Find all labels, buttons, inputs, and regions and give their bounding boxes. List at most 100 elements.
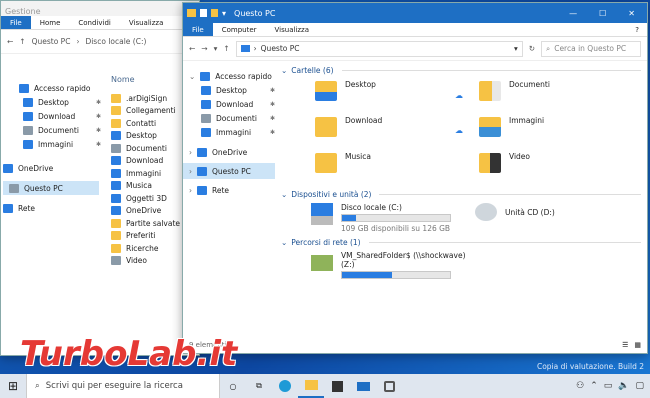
file-row[interactable]: Oggetti 3D	[111, 192, 191, 205]
forward-arrow-icon[interactable]: →	[201, 44, 207, 53]
file-row[interactable]: Ricerche	[111, 242, 191, 255]
cloud-icon	[111, 206, 121, 216]
help-icon[interactable]: ?	[627, 23, 647, 36]
task-view-icon[interactable]: ⧉	[246, 374, 272, 398]
nav-item-network[interactable]: › Rete	[183, 183, 275, 197]
file-row[interactable]: Musica	[111, 180, 191, 193]
back-tab-file[interactable]: File	[1, 16, 31, 29]
breadcrumb-this-pc[interactable]: Questo PC	[261, 44, 300, 53]
tab-computer[interactable]: Computer	[213, 23, 266, 36]
nav-item-download[interactable]: Download ✱	[183, 97, 275, 111]
file-row[interactable]: .arDigiSign	[111, 92, 191, 105]
nav-item[interactable]: Accesso rapido	[19, 81, 101, 95]
up-arrow-icon[interactable]: ↑	[19, 37, 25, 46]
up-arrow-icon[interactable]: ↑	[223, 44, 229, 53]
file-row[interactable]: Immagini	[111, 167, 191, 180]
folder-tile-video[interactable]: Video	[479, 152, 530, 173]
file-row[interactable]: Desktop	[111, 130, 191, 143]
volume-icon[interactable]: 🔈	[618, 381, 629, 391]
folder-tile-documents[interactable]: Documenti	[479, 80, 550, 101]
minimize-icon[interactable]: —	[569, 9, 577, 18]
qat-dropdown-icon[interactable]: ▾	[222, 9, 226, 18]
nav-item-this-pc[interactable]: › Questo PC	[183, 163, 275, 179]
address-bar[interactable]: › Questo PC ▾	[235, 40, 523, 57]
drive-c[interactable]: Disco locale (C:) 109 GB disponibili su …	[311, 203, 451, 233]
folders-section-header[interactable]: ⌄ Cartelle (6)	[281, 63, 641, 77]
back-tab-view[interactable]: Visualizza	[120, 16, 172, 29]
column-header-name[interactable]: Nome	[111, 75, 135, 84]
properties-icon[interactable]	[200, 9, 207, 17]
back-tab-home[interactable]: Home	[31, 16, 70, 29]
nav-item-quick-access[interactable]: ⌄ Accesso rapido	[183, 69, 275, 83]
cortana-icon[interactable]: ○	[220, 374, 246, 398]
back-explorer-window[interactable]: Gestione File Home Condividi Visualizza …	[0, 0, 200, 356]
search-input[interactable]: ⌕ Cerca in Questo PC	[541, 40, 641, 57]
pc-icon	[197, 166, 207, 176]
folder-tile-download[interactable]: Download	[315, 116, 382, 137]
edge-icon[interactable]	[272, 374, 298, 398]
back-arrow-icon[interactable]: ←	[7, 37, 13, 46]
store-icon[interactable]	[324, 374, 350, 398]
nav-item[interactable]: Rete	[3, 201, 101, 215]
file-row[interactable]: Preferiti	[111, 230, 191, 243]
front-title-bar[interactable]: ▾ Questo PC — ☐ ✕	[183, 3, 647, 23]
tab-file[interactable]: File	[183, 23, 213, 36]
file-row[interactable]: Partite salvate	[111, 217, 191, 230]
start-button[interactable]: ⊞	[0, 374, 26, 398]
folder-tile-pictures[interactable]: Immagini	[479, 116, 544, 137]
drives-section-header[interactable]: ⌄ Dispositivi e unità (2)	[281, 187, 641, 201]
people-icon[interactable]: ⚇	[576, 381, 584, 391]
new-folder-icon[interactable]	[211, 9, 218, 17]
network-section-header[interactable]: ⌄ Percorsi di rete (1)	[281, 235, 641, 249]
file-row[interactable]: Collegamenti	[111, 105, 191, 118]
front-nav-pane: ⌄ Accesso rapido Desktop ✱ Download ✱ Docum…	[183, 69, 275, 197]
tiles-view-icon[interactable]: ▦	[634, 341, 641, 349]
file-row[interactable]: OneDrive	[111, 205, 191, 218]
mail-icon[interactable]	[350, 374, 376, 398]
breadcrumb-1[interactable]: Questo PC	[32, 37, 71, 46]
windows-logo-icon: ⊞	[7, 379, 19, 393]
folder-tile-music[interactable]: Musica	[315, 152, 371, 173]
nav-item[interactable]: OneDrive	[3, 161, 101, 175]
front-explorer-window[interactable]: ▾ Questo PC — ☐ ✕ File Computer Visualiz…	[182, 2, 648, 354]
nav-item-documents[interactable]: Documenti ✱	[183, 111, 275, 125]
file-row[interactable]: Download	[111, 155, 191, 168]
file-explorer-icon[interactable]	[298, 374, 324, 398]
close-icon[interactable]: ✕	[628, 9, 635, 18]
taskbar: ⊞ ⌕ Scrivi qui per eseguire la ricerca ○…	[0, 374, 650, 398]
nav-item-desktop[interactable]: Desktop ✱	[183, 83, 275, 97]
nav-item[interactable]: Download ✱	[19, 109, 101, 123]
refresh-icon[interactable]: ↻	[529, 44, 535, 53]
taskbar-search[interactable]: ⌕ Scrivi qui per eseguire la ricerca	[26, 374, 220, 398]
file-row[interactable]: Video	[111, 255, 191, 268]
chevron-up-icon[interactable]: ⌃	[590, 381, 598, 391]
drive-d[interactable]: Unità CD (D:)	[475, 203, 555, 221]
objects-3d-icon	[111, 193, 121, 203]
notifications-icon[interactable]: ▢	[635, 381, 644, 391]
address-dropdown-icon[interactable]: ▾	[514, 44, 522, 53]
nav-item-pictures[interactable]: Immagini ✱	[183, 125, 275, 139]
system-tray: ⚇ ⌃ ▭ 🔈 ▢	[576, 381, 650, 391]
file-row[interactable]: Documenti	[111, 142, 191, 155]
network-drive-label: VM_SharedFolder$ (\\shockwave)	[341, 251, 466, 260]
nav-item[interactable]: Desktop ✱	[19, 95, 101, 109]
network-drive-usage-bar	[341, 271, 451, 279]
search-icon: ⌕	[546, 43, 551, 53]
back-arrow-icon[interactable]: ←	[189, 44, 195, 53]
recent-dropdown-icon[interactable]: ▾	[214, 44, 218, 53]
back-tab-share[interactable]: Condividi	[69, 16, 119, 29]
network-drive-z[interactable]: VM_SharedFolder$ (\\shockwave) (Z:)	[311, 251, 466, 279]
nav-item[interactable]: Questo PC	[3, 181, 99, 195]
network-icon[interactable]: ▭	[604, 381, 613, 391]
details-view-icon[interactable]: ☰	[622, 341, 628, 349]
folder-tile-desktop[interactable]: Desktop	[315, 80, 376, 101]
breadcrumb-2[interactable]: Disco locale (C:)	[85, 37, 146, 46]
turbolab-logo: TurboLab.it	[20, 334, 238, 374]
nav-item[interactable]: Immagini ✱	[19, 137, 101, 151]
nav-item-onedrive[interactable]: › OneDrive	[183, 145, 275, 159]
file-row[interactable]: Contatti	[111, 117, 191, 130]
maximize-icon[interactable]: ☐	[599, 9, 606, 18]
sticky-app-icon[interactable]	[376, 374, 402, 398]
tab-view[interactable]: Visualizza	[266, 23, 318, 36]
nav-item[interactable]: Documenti ✱	[19, 123, 101, 137]
